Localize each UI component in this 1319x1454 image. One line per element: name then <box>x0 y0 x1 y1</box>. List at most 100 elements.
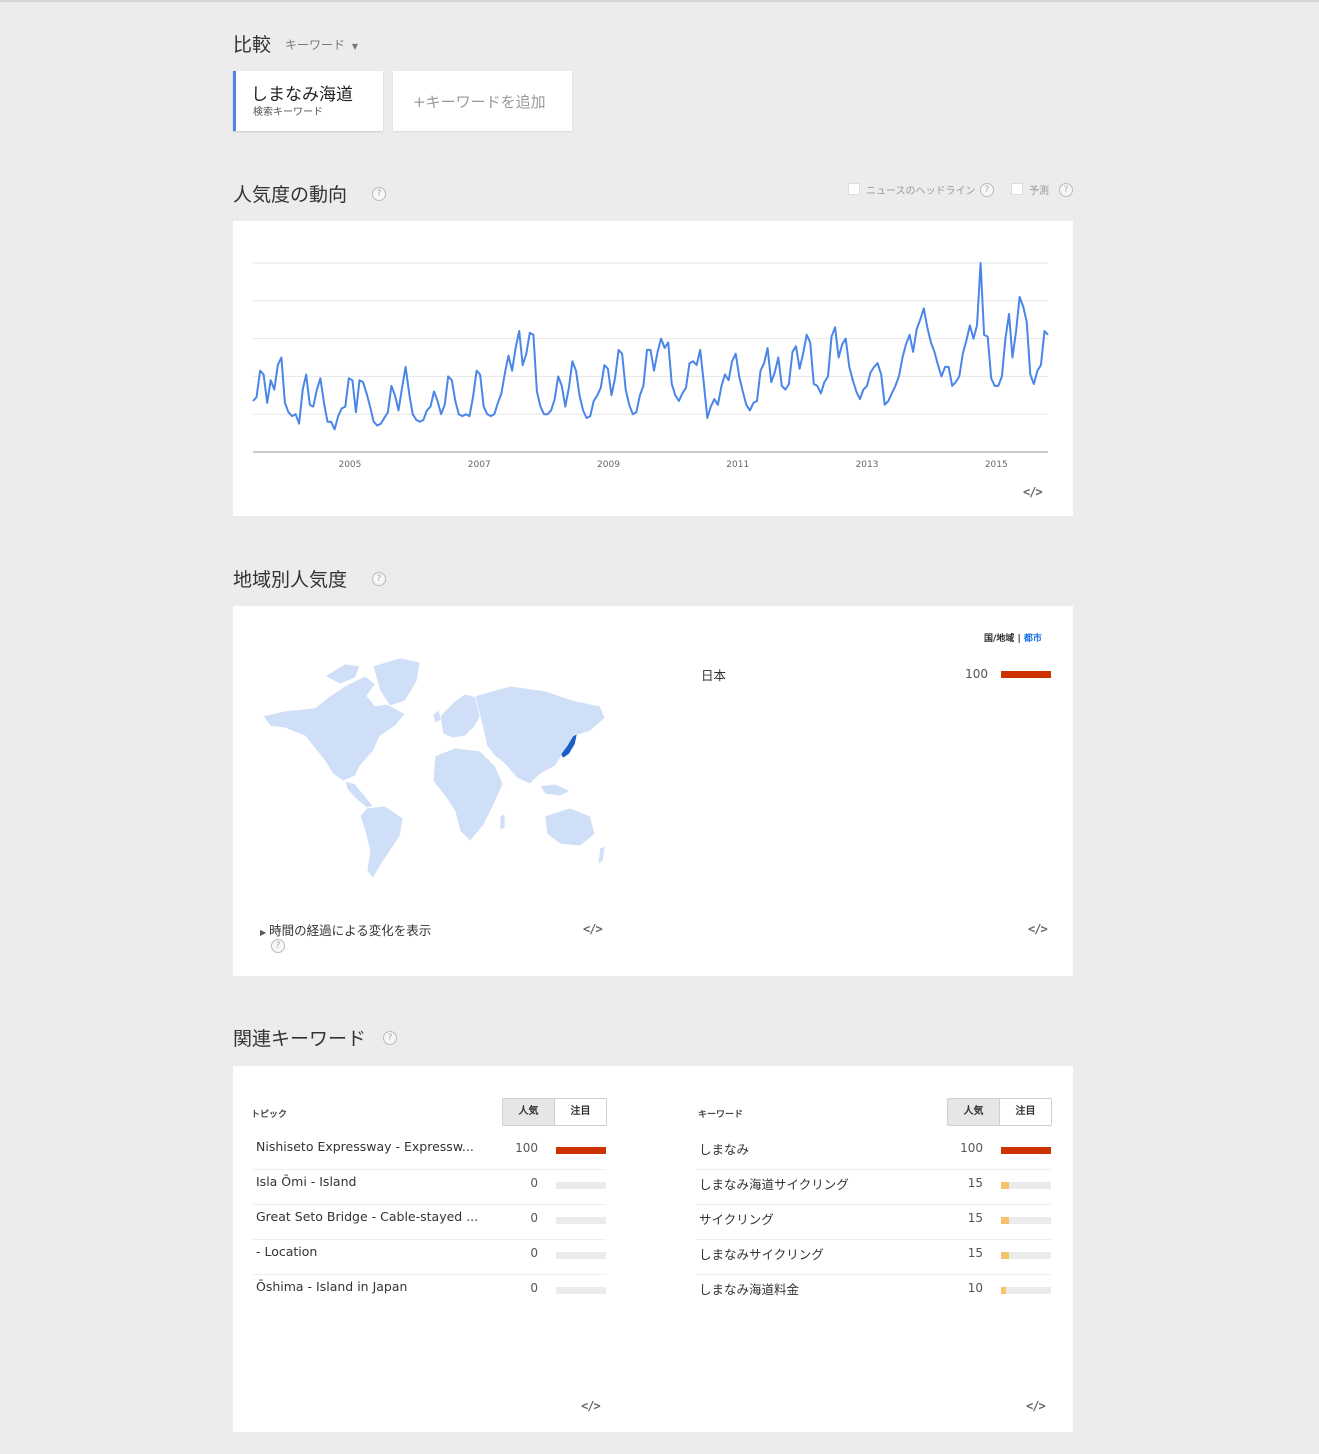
map-se-asia <box>539 783 571 797</box>
keyword-label: しまなみ <box>699 1142 750 1157</box>
keywords-embed-icon[interactable]: </> <box>1026 1399 1046 1413</box>
forecast-checkbox[interactable] <box>1011 183 1023 195</box>
value-bar-fill <box>1001 1217 1009 1224</box>
compare-type-dropdown[interactable]: キーワード ▼ <box>285 36 358 53</box>
interest-title: 人気度の動向 <box>233 184 348 206</box>
value-bar-fill <box>1001 1252 1009 1259</box>
keyword-row[interactable]: サイクリング 15 <box>696 1205 1051 1240</box>
time-lapse-link[interactable]: ▶ 時間の経過による変化を表示 <box>260 920 431 939</box>
news-help-icon[interactable]: ? <box>980 183 994 197</box>
keyword-value: 10 <box>967 1281 983 1295</box>
world-map[interactable] <box>255 656 615 886</box>
add-keyword-button[interactable]: +キーワードを追加 <box>393 71 572 131</box>
compare-label: 比較 <box>233 34 272 56</box>
topic-value: 0 <box>530 1211 538 1225</box>
x-tick-label: 2015 <box>985 460 1008 470</box>
search-term-name: しまなみ海道 <box>251 85 353 105</box>
time-lapse-help-icon[interactable]: ? <box>271 939 285 953</box>
topics-embed-icon[interactable]: </> <box>581 1399 601 1413</box>
topic-value: 0 <box>530 1281 538 1295</box>
series-line-shimanami <box>252 262 1049 431</box>
news-headlines-checkbox[interactable] <box>848 183 860 195</box>
related-card: トピック 人気 注目 Nishiseto Expressway - Expres… <box>233 1066 1073 1432</box>
topic-row[interactable]: Great Seto Bridge - Cable-stayed ... 0 <box>253 1205 606 1240</box>
chevron-down-icon: ▼ <box>351 42 358 51</box>
keywords-toggle: 人気 注目 <box>947 1098 1052 1126</box>
city-toggle[interactable]: 都市 <box>1024 634 1042 644</box>
interest-line-chart[interactable]: 2005 2007 2009 2011 2013 2015 <box>233 221 1073 516</box>
forecast-help-icon[interactable]: ? <box>1059 183 1073 197</box>
topics-toggle: 人気 注目 <box>502 1098 607 1126</box>
keyword-row[interactable]: しまなみ海道料金 10 <box>696 1275 1051 1310</box>
topic-value: 0 <box>530 1246 538 1260</box>
topic-label: - Location <box>256 1244 318 1259</box>
value-bar <box>556 1252 606 1259</box>
top-divider <box>0 0 1319 2</box>
map-south-america <box>359 805 404 879</box>
search-term-type: 検索キーワード <box>253 107 323 118</box>
keyword-row[interactable]: しまなみ海道サイクリング 15 <box>696 1170 1051 1205</box>
value-bar <box>1001 1252 1051 1259</box>
topic-row[interactable]: Ōshima - Island in Japan 0 <box>253 1275 606 1310</box>
topic-row[interactable]: - Location 0 <box>253 1240 606 1275</box>
time-lapse-label: 時間の経過による変化を表示 <box>269 923 432 938</box>
map-africa <box>432 747 504 842</box>
triangle-right-icon: ▶ <box>260 928 267 937</box>
map-central-america <box>344 780 374 809</box>
value-bar <box>1001 1147 1051 1154</box>
region-row-value: 100 <box>965 667 988 681</box>
map-uk <box>432 709 442 724</box>
news-headlines-label: ニュースのヘッドライン <box>866 186 976 197</box>
keyword-label: しまなみサイクリング <box>699 1247 824 1262</box>
related-help-icon[interactable]: ? <box>383 1031 397 1045</box>
add-keyword-label: +キーワードを追加 <box>413 93 546 111</box>
value-bar <box>1001 1217 1051 1224</box>
x-tick-label: 2009 <box>597 460 620 470</box>
region-title: 地域別人気度 <box>233 569 348 591</box>
x-tick-label: 2011 <box>726 460 749 470</box>
topic-value: 0 <box>530 1176 538 1190</box>
value-bar-fill <box>556 1147 606 1154</box>
topics-header: トピック <box>251 1110 288 1120</box>
value-bar <box>556 1217 606 1224</box>
value-bar <box>1001 1287 1051 1294</box>
map-embed-icon[interactable]: </> <box>583 922 603 936</box>
keyword-label: しまなみ海道サイクリング <box>699 1177 849 1192</box>
search-term-card[interactable]: しまなみ海道 検索キーワード <box>233 71 383 131</box>
topic-row[interactable]: Isla Ōmi - Island 0 <box>253 1170 606 1205</box>
interest-help-icon[interactable]: ? <box>372 187 386 201</box>
region-row-bar <box>1001 671 1051 678</box>
keyword-row[interactable]: しまなみサイクリング 15 <box>696 1240 1051 1275</box>
x-tick-label: 2007 <box>468 460 491 470</box>
map-madagascar <box>499 813 506 831</box>
keyword-value: 100 <box>960 1141 983 1155</box>
keywords-rising-tab[interactable]: 注目 <box>1000 1099 1051 1125</box>
topics-rising-tab[interactable]: 注目 <box>555 1099 606 1125</box>
keyword-row[interactable]: しまなみ 100 <box>696 1135 1051 1170</box>
map-australia <box>544 807 596 847</box>
region-help-icon[interactable]: ? <box>372 572 386 586</box>
region-row-bar-fill <box>1001 671 1051 678</box>
country-toggle[interactable]: 国/地域 <box>984 634 1014 644</box>
region-row-name[interactable]: 日本 <box>701 665 726 684</box>
keywords-top-tab[interactable]: 人気 <box>948 1099 1000 1125</box>
keywords-header: キーワード <box>698 1110 744 1120</box>
value-bar <box>556 1287 606 1294</box>
value-bar <box>1001 1182 1051 1189</box>
topic-label: Isla Ōmi - Island <box>256 1174 357 1189</box>
value-bar <box>556 1147 606 1154</box>
keyword-value: 15 <box>967 1246 983 1260</box>
topic-value: 100 <box>515 1141 538 1155</box>
value-bar-fill <box>1001 1147 1051 1154</box>
interest-embed-icon[interactable]: </> <box>1023 485 1043 499</box>
keyword-label: しまなみ海道料金 <box>699 1282 800 1297</box>
topics-top-tab[interactable]: 人気 <box>503 1099 555 1125</box>
region-list-embed-icon[interactable]: </> <box>1028 922 1048 936</box>
value-bar-fill <box>1001 1182 1009 1189</box>
keyword-value: 15 <box>967 1176 983 1190</box>
topic-row[interactable]: Nishiseto Expressway - Expressw... 100 <box>253 1135 606 1170</box>
map-new-zealand <box>597 845 606 865</box>
chart-gridlines <box>253 262 1048 453</box>
related-title: 関連キーワード <box>233 1028 367 1050</box>
chart-x-ticks: 2005 2007 2009 2011 2013 2015 <box>338 460 1007 470</box>
